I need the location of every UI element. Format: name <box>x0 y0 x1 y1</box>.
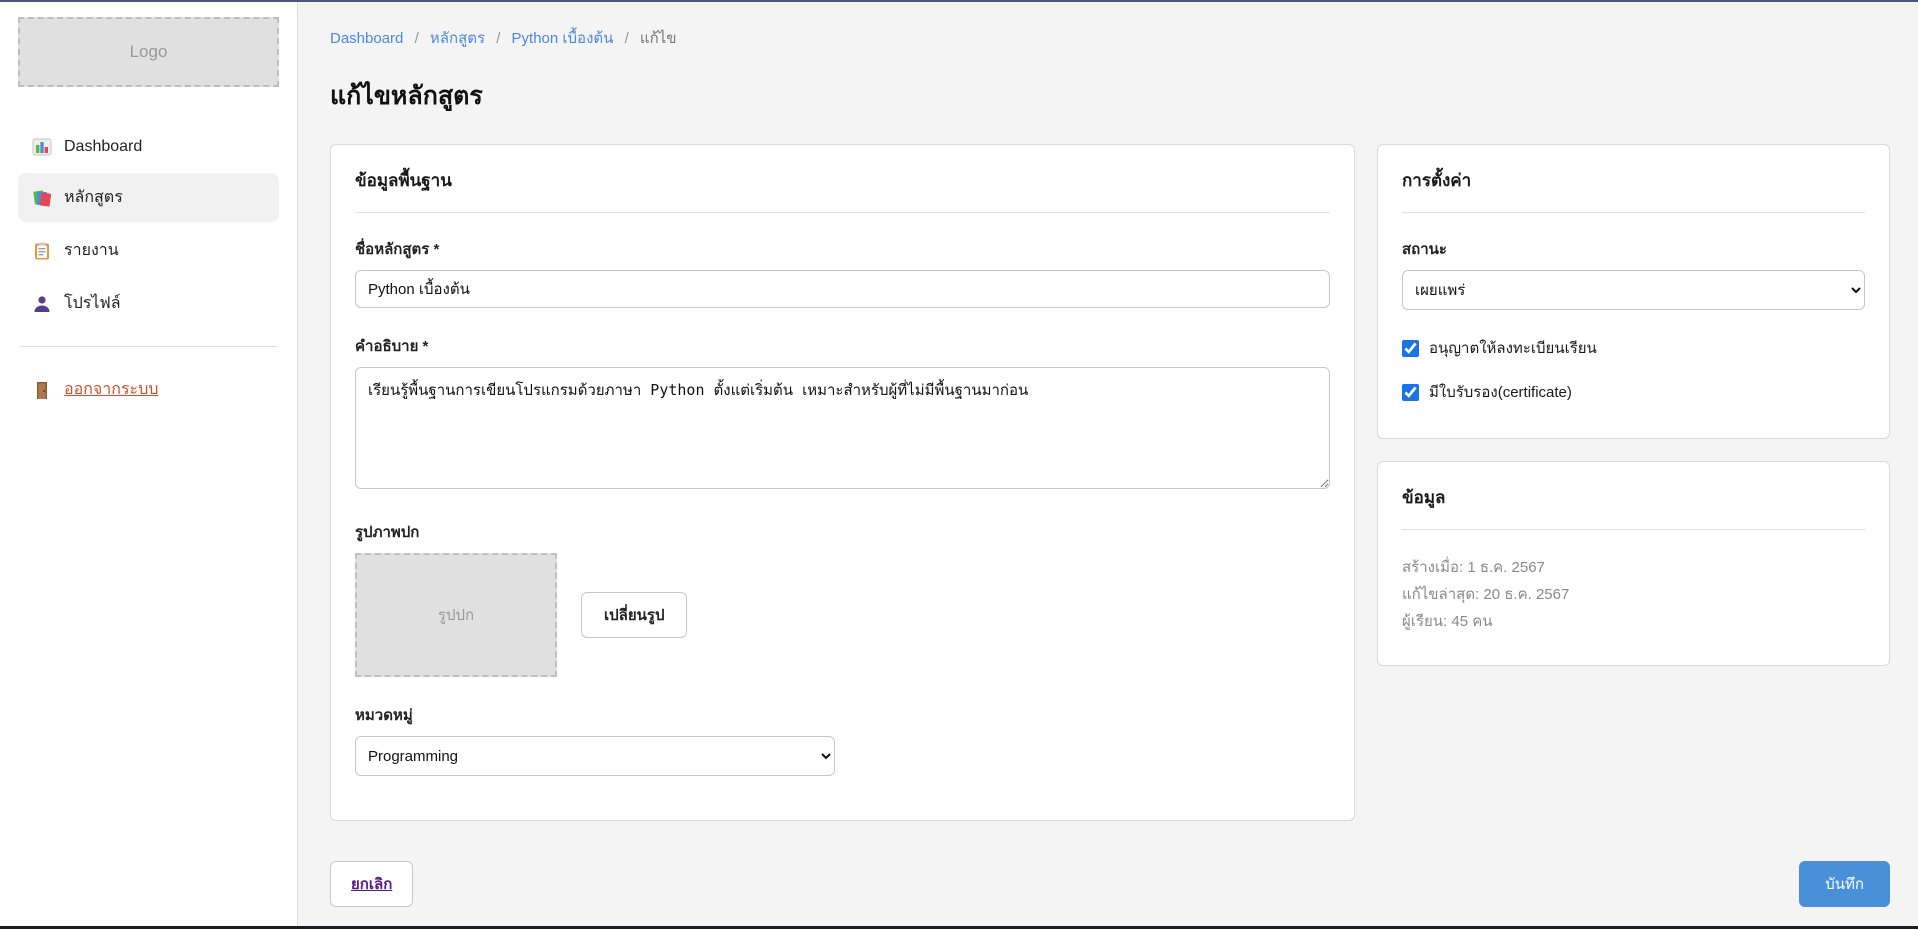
save-button[interactable]: บันทึก <box>1799 861 1890 907</box>
category-label: หมวดหมู่ <box>355 703 1330 727</box>
settings-card: การตั้งค่า สถานะ เผยแพร่ อนุญาตให้ลงทะเบ… <box>1377 144 1890 439</box>
page-title: แก้ไขหลักสูตร <box>330 76 1890 116</box>
certificate-checkbox[interactable] <box>1402 384 1419 401</box>
breadcrumb: Dashboard / หลักสูตร / Python เบื้องต้น … <box>330 26 1890 50</box>
info-card-title: ข้อมูล <box>1402 484 1865 530</box>
category-group: หมวดหมู่ Programming <box>355 703 1330 776</box>
info-card: ข้อมูล สร้างเมื่อ: 1 ธ.ค. 2567 แก้ไขล่าส… <box>1377 461 1890 666</box>
cover-image-label: รูปภาพปก <box>355 520 1330 544</box>
course-name-label: ชื่อหลักสูตร * <box>355 237 1330 261</box>
breadcrumb-separator: / <box>625 30 629 47</box>
logo: Logo <box>18 17 279 87</box>
info-updated-line: แก้ไขล่าสุด: 20 ธ.ค. 2567 <box>1402 581 1865 608</box>
breadcrumb-separator: / <box>496 30 500 47</box>
sidebar-item-label: โปรไฟล์ <box>64 291 121 316</box>
breadcrumb-current: แก้ไข <box>640 30 677 47</box>
certificate-row: มีใบรับรอง(certificate) <box>1402 380 1865 404</box>
logo-text: Logo <box>130 42 168 62</box>
basic-info-card: ข้อมูลพื้นฐาน ชื่อหลักสูตร * คำอธิบาย * … <box>330 144 1355 821</box>
app-window: Logo Dashboard หลักสูตร รายงาน <box>0 0 1918 929</box>
info-students-line: ผู้เรียน: 45 คน <box>1402 608 1865 635</box>
content-row: ข้อมูลพื้นฐาน ชื่อหลักสูตร * คำอธิบาย * … <box>330 144 1890 821</box>
settings-card-title: การตั้งค่า <box>1402 167 1865 213</box>
basic-info-card-title: ข้อมูลพื้นฐาน <box>355 167 1330 213</box>
description-textarea[interactable]: เรียนรู้พื้นฐานการเขียนโปรแกรมด้วยภาษา P… <box>355 367 1330 489</box>
sidebar-item-dashboard[interactable]: Dashboard <box>18 125 279 169</box>
course-name-group: ชื่อหลักสูตร * <box>355 237 1330 308</box>
certificate-label: มีใบรับรอง(certificate) <box>1429 380 1572 404</box>
description-label: คำอธิบาย * <box>355 334 1330 358</box>
breadcrumb-link-courses[interactable]: หลักสูตร <box>430 30 485 47</box>
books-icon <box>32 188 52 208</box>
sidebar-item-label: Dashboard <box>64 138 142 156</box>
sidebar-item-label: หลักสูตร <box>64 185 123 210</box>
cover-placeholder-text: รูปปก <box>438 603 474 627</box>
status-select[interactable]: เผยแพร่ <box>1402 270 1865 310</box>
status-label: สถานะ <box>1402 237 1865 261</box>
logout-link[interactable]: ออกจากระบบ <box>18 365 279 414</box>
status-group: สถานะ เผยแพร่ <box>1402 237 1865 310</box>
footer-actions: ยกเลิก บันทึก <box>330 861 1890 907</box>
right-column: การตั้งค่า สถานะ เผยแพร่ อนุญาตให้ลงทะเบ… <box>1377 144 1890 666</box>
category-select[interactable]: Programming <box>355 736 835 776</box>
clipboard-icon <box>32 241 52 261</box>
person-icon <box>32 294 52 314</box>
cover-image-placeholder: รูปปก <box>355 553 557 677</box>
main-content: Dashboard / หลักสูตร / Python เบื้องต้น … <box>298 2 1918 926</box>
info-created-line: สร้างเมื่อ: 1 ธ.ค. 2567 <box>1402 554 1865 581</box>
cancel-button[interactable]: ยกเลิก <box>330 861 413 907</box>
cover-image-group: รูปภาพปก รูปปก เปลี่ยนรูป <box>355 520 1330 677</box>
sidebar-nav: Dashboard หลักสูตร รายงาน โปรไฟล์ <box>18 125 279 328</box>
sidebar-item-profile[interactable]: โปรไฟล์ <box>18 279 279 328</box>
bar-chart-icon <box>32 137 52 157</box>
door-icon <box>32 380 52 400</box>
cancel-button-label: ยกเลิก <box>351 876 392 893</box>
cover-row: รูปปก เปลี่ยนรูป <box>355 553 1330 677</box>
allow-enrollment-row: อนุญาตให้ลงทะเบียนเรียน <box>1402 336 1865 360</box>
sidebar-item-courses[interactable]: หลักสูตร <box>18 173 279 222</box>
course-name-input[interactable] <box>355 270 1330 308</box>
description-group: คำอธิบาย * เรียนรู้พื้นฐานการเขียนโปรแกร… <box>355 334 1330 494</box>
allow-enrollment-checkbox[interactable] <box>1402 340 1419 357</box>
sidebar-item-reports[interactable]: รายงาน <box>18 226 279 275</box>
logout-label: ออกจากระบบ <box>64 377 158 402</box>
sidebar-divider <box>20 346 277 347</box>
sidebar: Logo Dashboard หลักสูตร รายงาน <box>0 2 298 926</box>
breadcrumb-link-course[interactable]: Python เบื้องต้น <box>512 30 614 47</box>
sidebar-item-label: รายงาน <box>64 238 119 263</box>
breadcrumb-link-dashboard[interactable]: Dashboard <box>330 30 403 47</box>
allow-enrollment-label: อนุญาตให้ลงทะเบียนเรียน <box>1429 336 1597 360</box>
breadcrumb-separator: / <box>415 30 419 47</box>
change-image-button[interactable]: เปลี่ยนรูป <box>581 592 687 638</box>
